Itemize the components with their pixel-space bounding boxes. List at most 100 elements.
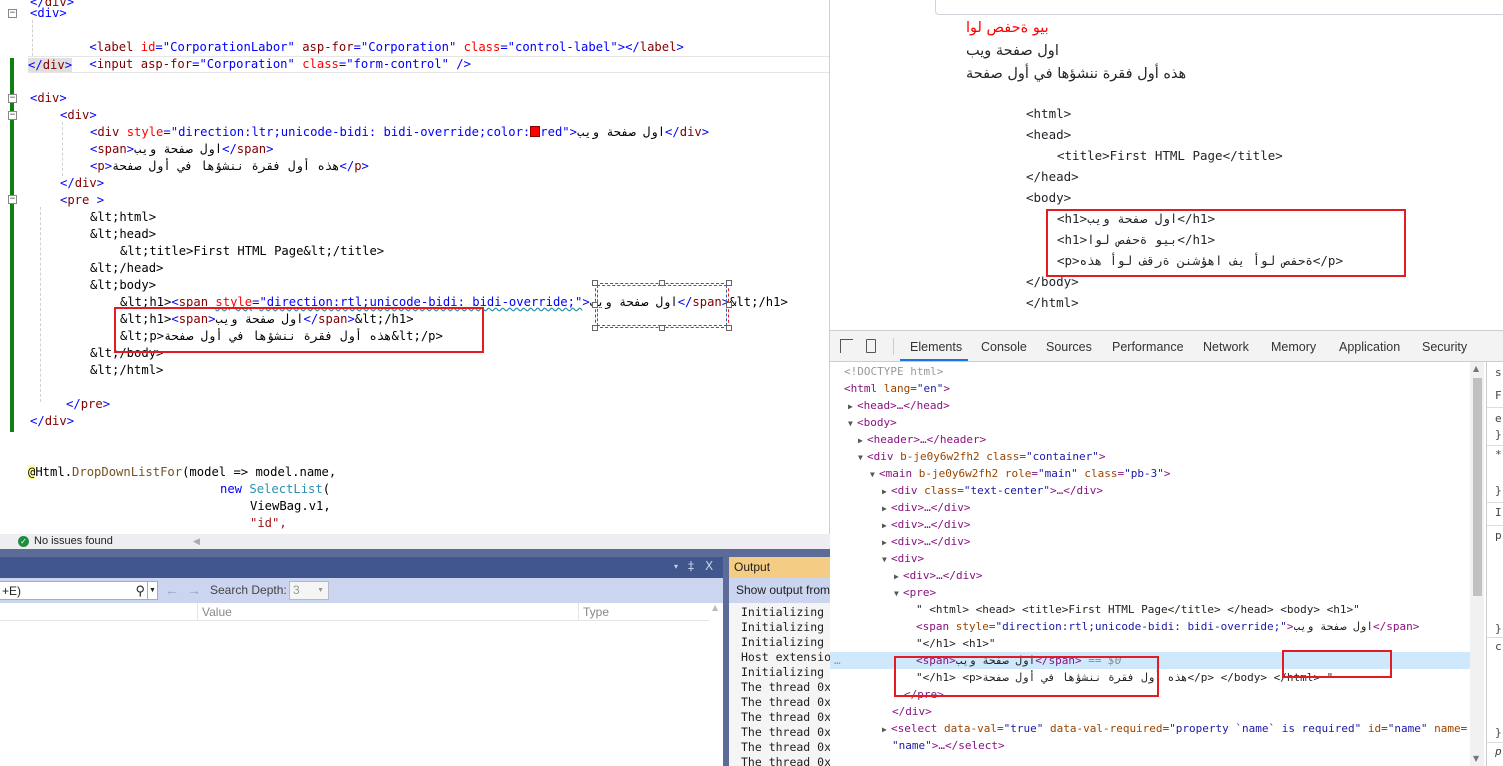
column-type[interactable]: Type: [583, 605, 609, 619]
fold-toggle-icon[interactable]: −: [8, 111, 17, 120]
dom-node[interactable]: ▶ <header>…</header>: [830, 431, 1470, 448]
scroll-down-arrow-icon[interactable]: ▼: [1473, 754, 1479, 763]
expand-triangle-icon[interactable]: ▶: [882, 483, 891, 500]
tab-network[interactable]: Network: [1203, 340, 1249, 354]
code-line: <pre >: [60, 193, 105, 207]
code-line-current: </div>: [28, 56, 829, 73]
resize-handle[interactable]: [659, 280, 665, 286]
scroll-up-arrow-icon[interactable]: ▲: [712, 603, 718, 612]
dom-node[interactable]: ▼ <pre>: [830, 584, 1470, 601]
code-line: new SelectList(: [220, 482, 331, 496]
resize-handle[interactable]: [726, 280, 732, 286]
dropdown-icon[interactable]: ▾: [674, 562, 678, 571]
dom-node[interactable]: ▶ <div class="text-center">…</div>: [830, 482, 1470, 499]
scroll-up-arrow-icon[interactable]: ▲: [1473, 364, 1479, 373]
expand-triangle-icon[interactable]: ▶: [858, 432, 867, 449]
dom-node[interactable]: </div>: [830, 703, 1470, 720]
resize-handle[interactable]: [659, 325, 665, 331]
dom-node[interactable]: ▶ <div>…</div>: [830, 533, 1470, 550]
tab-console[interactable]: Console: [981, 340, 1027, 354]
expand-triangle-icon[interactable]: ▶: [894, 568, 903, 585]
resize-handle[interactable]: [592, 280, 598, 286]
dom-node[interactable]: ▼ <main b-je0y6w2fh2 role="main" class="p…: [830, 465, 1470, 482]
output-line: The thread 0x: [741, 755, 830, 766]
dom-node[interactable]: ▼ <div>: [830, 550, 1470, 567]
dom-node[interactable]: ▶ <div>…</div>: [830, 516, 1470, 533]
output-line: The thread 0x: [741, 740, 830, 754]
device-toolbar-icon[interactable]: [866, 339, 876, 353]
dom-node[interactable]: <!DOCTYPE html>: [830, 363, 1470, 380]
search-icon[interactable]: ⚲: [135, 583, 145, 599]
inspect-element-icon[interactable]: [840, 339, 853, 353]
code-text: <div>: [30, 6, 67, 20]
collapse-triangle-icon[interactable]: ▼: [858, 449, 867, 466]
expand-triangle-icon[interactable]: ▶: [848, 398, 857, 415]
chevron-down-icon[interactable]: ▼: [147, 582, 157, 599]
output-title[interactable]: Output: [729, 557, 830, 578]
show-output-from-label: Show output from: [729, 578, 830, 603]
dom-node[interactable]: ▼ <div b-je0y6w2fh2 class="container">: [830, 448, 1470, 465]
expand-triangle-icon[interactable]: ▶: [882, 517, 891, 534]
dom-text-node[interactable]: " <html> <head> <title>First HTML Page</…: [830, 601, 1470, 618]
browser-page: اول صفحة ويب اول صفحة ويب هذه أول فقرة ن…: [830, 0, 1503, 330]
forward-arrow-icon[interactable]: →: [187, 582, 201, 598]
tab-elements[interactable]: Elements: [910, 340, 962, 354]
scrollbar-thumb[interactable]: [1473, 378, 1482, 596]
pre-line: </html>: [1026, 295, 1079, 310]
search-depth-select[interactable]: 3 ▼: [289, 581, 329, 600]
collapse-triangle-icon[interactable]: ▼: [882, 551, 891, 568]
pin-icon[interactable]: ‡: [688, 559, 694, 573]
color-swatch[interactable]: [530, 126, 541, 137]
resize-handle[interactable]: [592, 325, 598, 331]
dom-node[interactable]: ▶ <div>…</div>: [830, 499, 1470, 516]
dom-node[interactable]: <html lang="en">: [830, 380, 1470, 397]
pre-line: <html>: [1026, 106, 1072, 121]
dom-tree-scrollbar[interactable]: ▲ ▼: [1470, 362, 1484, 766]
resize-handle[interactable]: [592, 302, 598, 308]
output-line: The thread 0x: [741, 695, 830, 709]
code-line: <div>: [30, 5, 67, 22]
output-line: The thread 0x: [741, 725, 830, 739]
back-arrow-icon[interactable]: ←: [165, 582, 179, 598]
dom-node[interactable]: ▶ <head>…</head>: [830, 397, 1470, 414]
tab-application[interactable]: Application: [1339, 340, 1400, 354]
collapse-triangle-icon[interactable]: ▼: [870, 466, 879, 483]
resize-handle[interactable]: [726, 325, 732, 331]
tab-performance[interactable]: Performance: [1112, 340, 1184, 354]
fold-toggle-icon[interactable]: −: [8, 94, 17, 103]
code-editor[interactable]: − − − − </div> <div> <label id="Corporat…: [0, 0, 830, 534]
scroll-left-arrow-icon[interactable]: ◀: [193, 534, 200, 549]
output-line: Initializing: [741, 665, 825, 679]
tab-security[interactable]: Security: [1422, 340, 1467, 354]
column-value[interactable]: Value: [202, 605, 232, 619]
watch-search-input[interactable]: +E) ⚲ ▼: [0, 581, 158, 600]
dom-node[interactable]: "name">…</select>: [830, 737, 1470, 754]
resize-handle[interactable]: [726, 302, 732, 308]
dom-node[interactable]: ▼ <body>: [830, 414, 1470, 431]
dom-node[interactable]: <span style="direction:rtl;unicode-bidi:…: [830, 618, 1470, 635]
tab-memory[interactable]: Memory: [1271, 340, 1316, 354]
tool-window-divider: [0, 549, 830, 557]
dom-node[interactable]: ▶ <select data-val="true" data-val-requir…: [830, 720, 1470, 737]
fold-toggle-icon[interactable]: −: [8, 9, 17, 18]
collapse-triangle-icon[interactable]: ▼: [894, 585, 903, 602]
expand-triangle-icon[interactable]: ▶: [882, 534, 891, 551]
code-line: ViewBag.v1,: [250, 499, 331, 513]
tab-sources[interactable]: Sources: [1046, 340, 1092, 354]
output-line: Host extensio: [741, 650, 830, 664]
dom-node[interactable]: ▶ <div>…</div>: [830, 567, 1470, 584]
expand-triangle-icon[interactable]: ▶: [882, 500, 891, 517]
output-line: Initializing: [741, 620, 825, 634]
output-line: The thread 0x: [741, 680, 830, 694]
indent-guide: [62, 122, 63, 176]
chevron-down-icon: ▼: [317, 587, 324, 594]
close-icon[interactable]: X: [705, 559, 713, 573]
expand-triangle-icon[interactable]: ▶: [882, 721, 891, 738]
more-actions-icon[interactable]: …: [834, 652, 841, 669]
fold-toggle-icon[interactable]: −: [8, 195, 17, 204]
corporation-input[interactable]: [935, 0, 1503, 15]
annotation-box: [114, 307, 484, 353]
collapse-triangle-icon[interactable]: ▼: [848, 415, 857, 432]
scrollbar[interactable]: ▲: [709, 603, 723, 766]
search-input-text: +E): [2, 584, 22, 598]
